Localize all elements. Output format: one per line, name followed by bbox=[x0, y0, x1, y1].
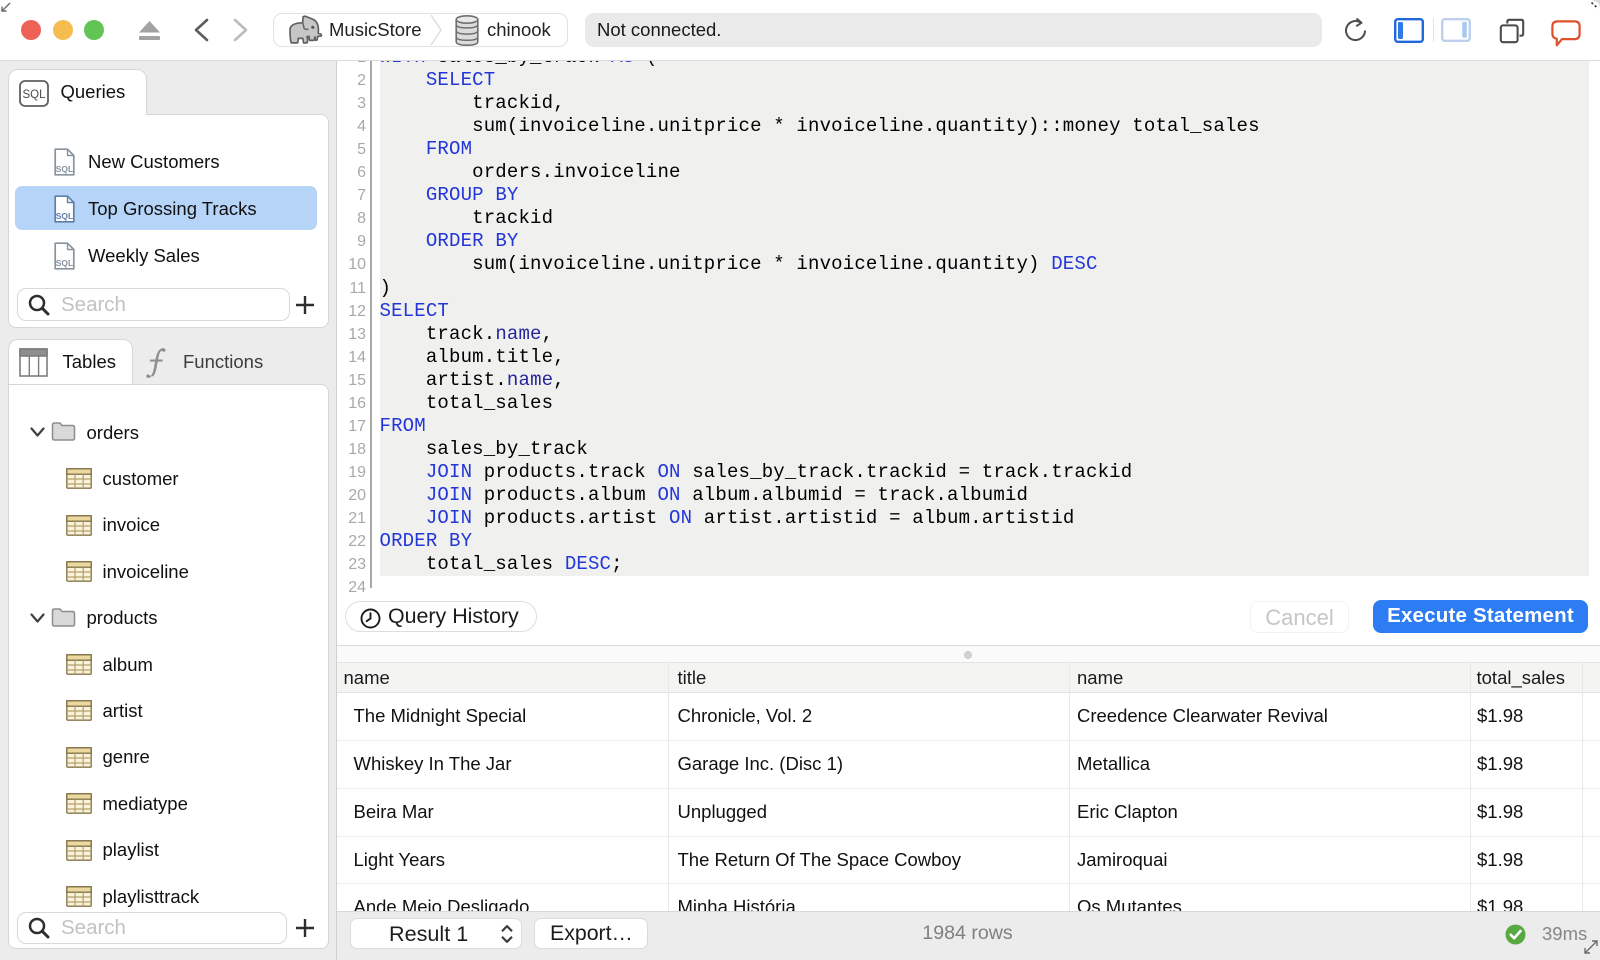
svg-text:SQL: SQL bbox=[56, 258, 73, 268]
svg-text:SQL: SQL bbox=[56, 164, 73, 174]
svg-text:SQL: SQL bbox=[22, 88, 46, 100]
svg-text:SQL: SQL bbox=[56, 211, 73, 221]
